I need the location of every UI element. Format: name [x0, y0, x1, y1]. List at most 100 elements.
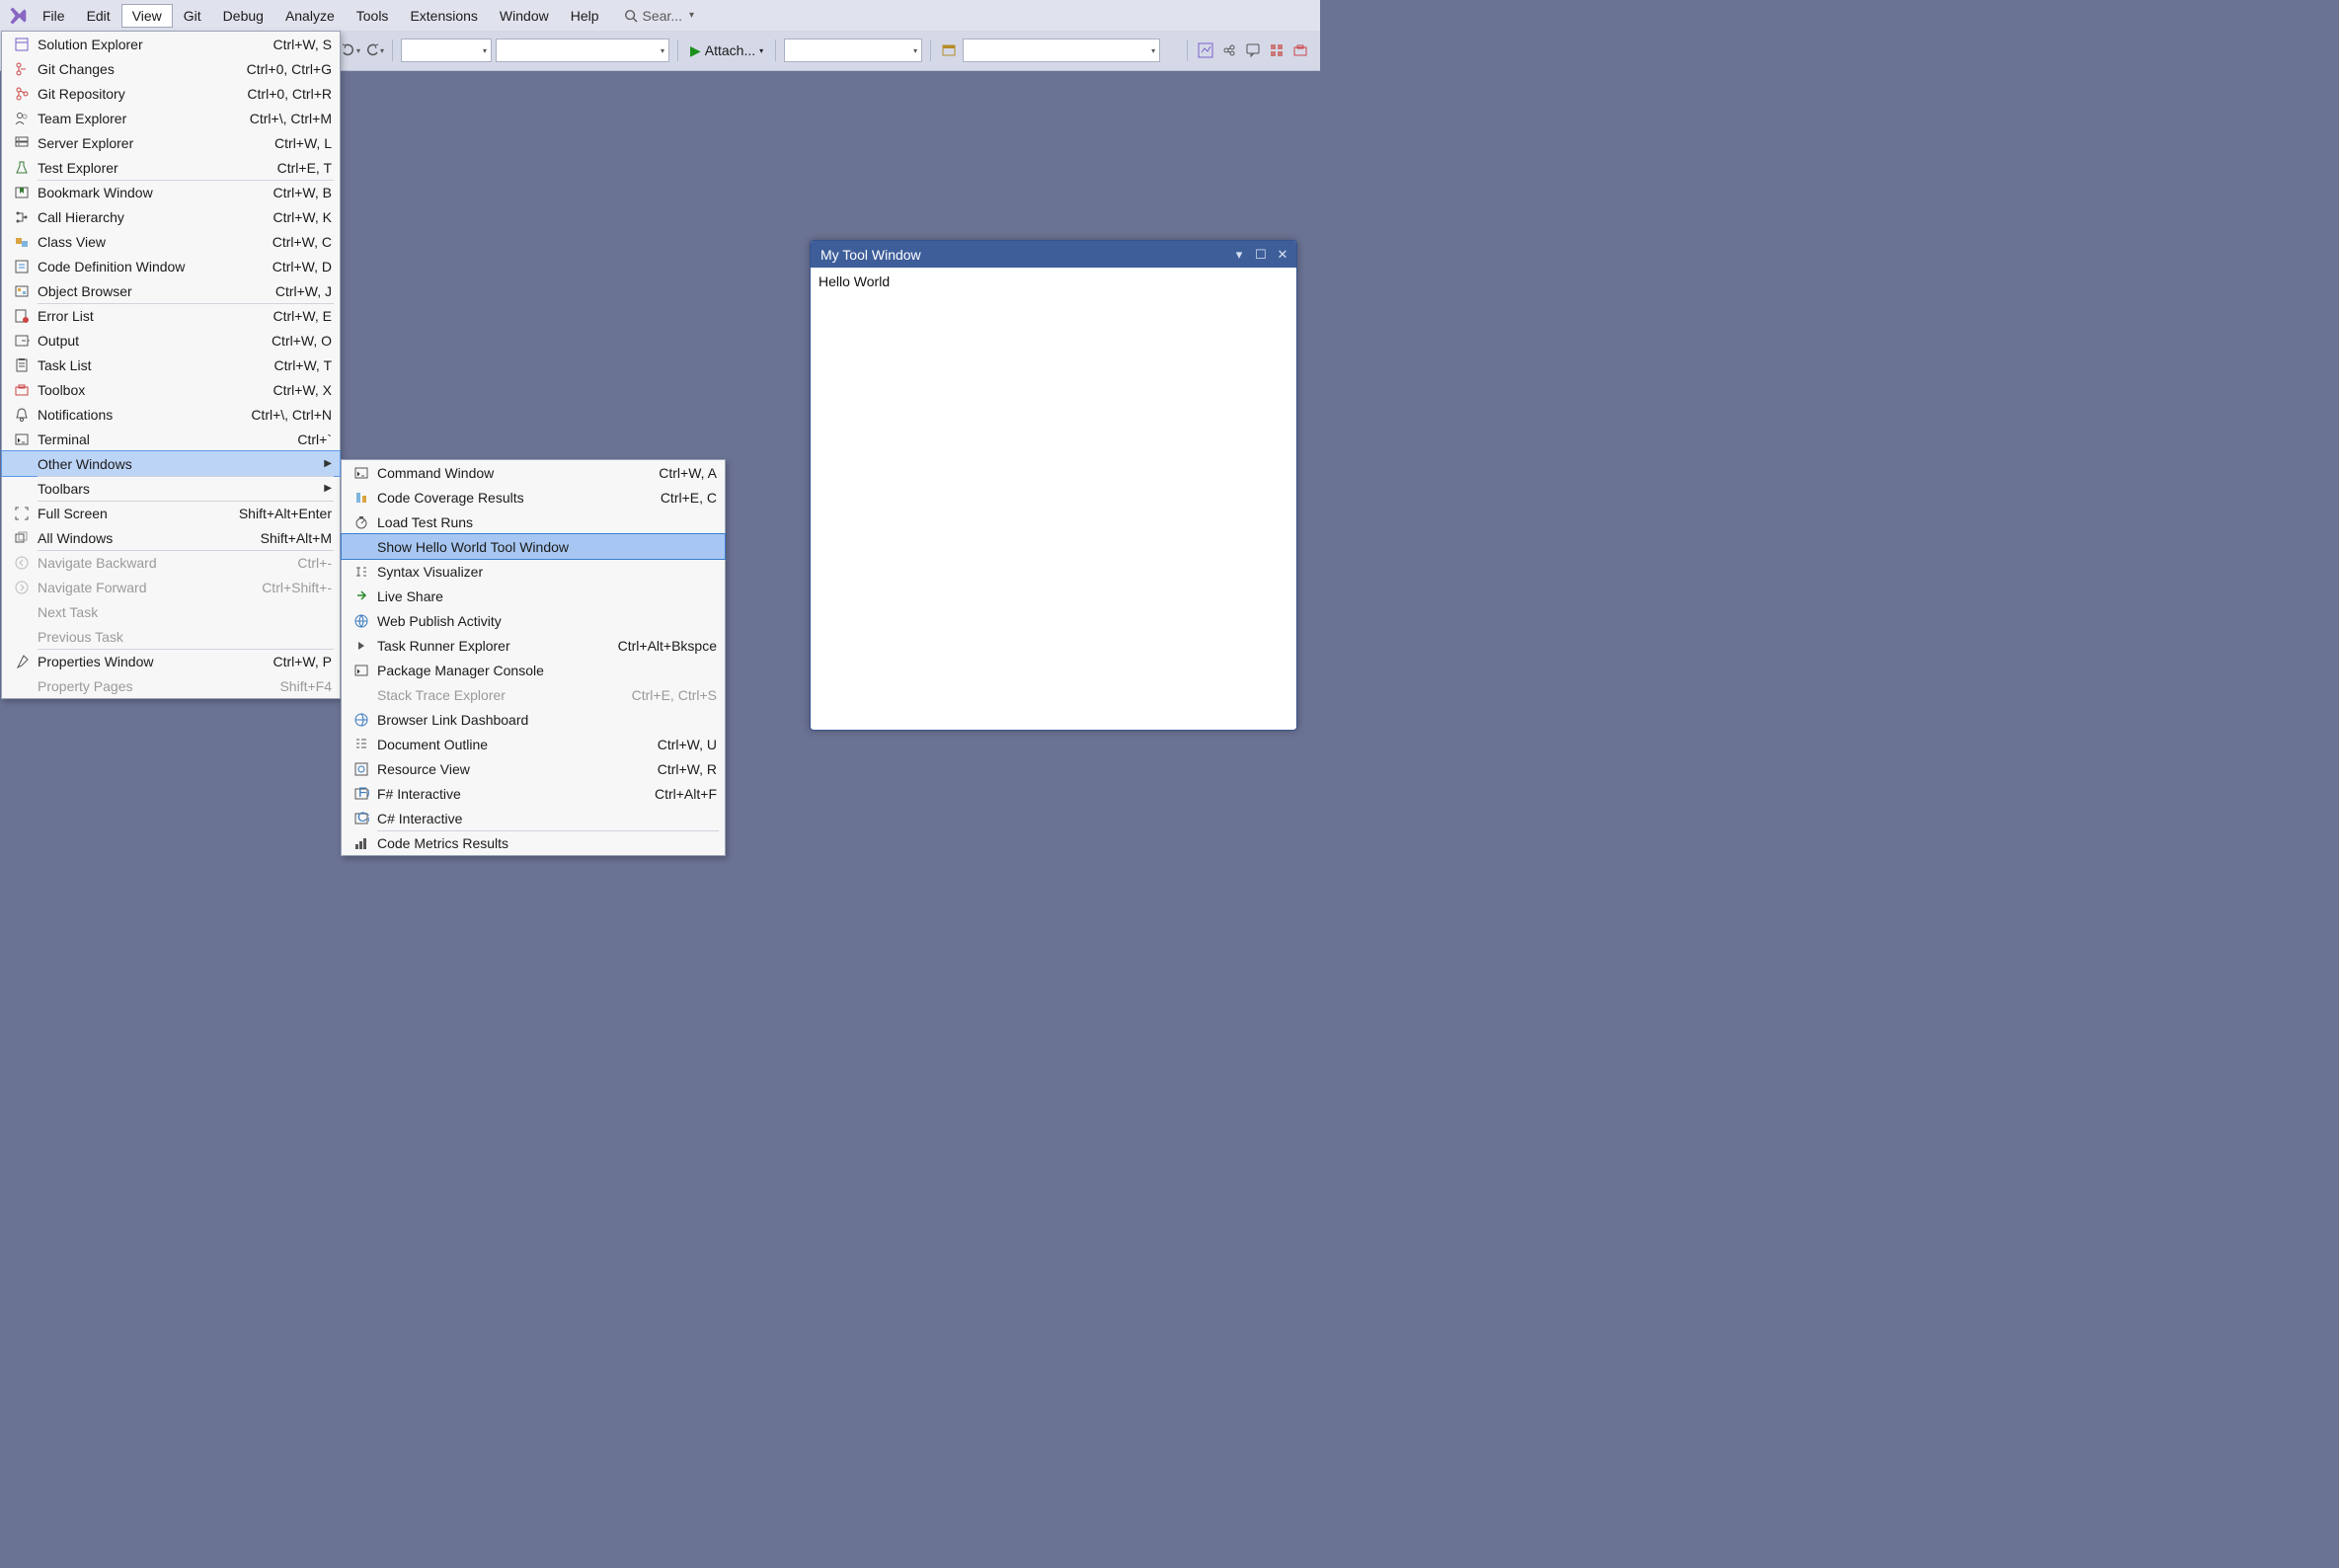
- search-icon: [624, 9, 638, 23]
- menu-item-label: All Windows: [38, 530, 113, 546]
- menu-item-shortcut: Ctrl+\, Ctrl+M: [230, 111, 332, 126]
- live-share-icon[interactable]: [1219, 40, 1239, 60]
- bookmark-window-icon: [10, 185, 34, 200]
- process-combo[interactable]: ▾: [784, 39, 922, 62]
- menu-item-code-metrics-results[interactable]: Code Metrics Results: [342, 830, 725, 855]
- menu-item-object-browser[interactable]: Object BrowserCtrl+W, J: [2, 278, 340, 303]
- menu-item-output[interactable]: OutputCtrl+W, O: [2, 328, 340, 353]
- menu-item-shortcut: Ctrl+-: [277, 555, 332, 571]
- menu-item-terminal[interactable]: TerminalCtrl+`: [2, 427, 340, 451]
- menu-item-label: Web Publish Activity: [377, 613, 502, 629]
- menu-extensions[interactable]: Extensions: [399, 4, 488, 28]
- menu-window[interactable]: Window: [489, 4, 560, 28]
- document-outline-icon: [350, 737, 373, 752]
- menu-item-load-test-runs[interactable]: Load Test Runs: [342, 510, 725, 534]
- menu-item-browser-link-dashboard[interactable]: Browser Link Dashboard: [342, 707, 725, 732]
- menu-git[interactable]: Git: [173, 4, 212, 28]
- menu-view[interactable]: View: [121, 4, 173, 28]
- menu-item-label: Next Task: [38, 604, 98, 620]
- quick-search[interactable]: Sear... ▾: [624, 8, 695, 24]
- load-test-icon: [350, 514, 373, 530]
- git-repository-icon: [10, 86, 34, 102]
- thread-icon[interactable]: [939, 40, 959, 60]
- menu-item-live-share[interactable]: Live Share: [342, 584, 725, 608]
- menu-item-c-interactive[interactable]: C#C# Interactive: [342, 806, 725, 830]
- syntax-visualizer-icon: [350, 564, 373, 580]
- menu-item-shortcut: Ctrl+0, Ctrl+R: [227, 86, 332, 102]
- view-menu-dropdown: Solution ExplorerCtrl+W, SGit ChangesCtr…: [1, 31, 341, 699]
- menu-item-shortcut: Ctrl+W, T: [255, 357, 332, 373]
- menu-item-label: Code Metrics Results: [377, 835, 508, 851]
- menu-item-document-outline[interactable]: Document OutlineCtrl+W, U: [342, 732, 725, 756]
- menu-item-shortcut: Shift+Alt+Enter: [219, 506, 332, 521]
- attach-button[interactable]: ▶ Attach... ▾: [690, 42, 763, 59]
- menu-item-solution-explorer[interactable]: Solution ExplorerCtrl+W, S: [2, 32, 340, 56]
- feedback-icon[interactable]: [1243, 40, 1263, 60]
- close-icon[interactable]: ✕: [1275, 247, 1290, 263]
- menu-item-label: Syntax Visualizer: [377, 564, 483, 580]
- menu-item-full-screen[interactable]: Full ScreenShift+Alt+Enter: [2, 501, 340, 525]
- menu-item-label: Toolbars: [38, 481, 90, 497]
- menu-tools[interactable]: Tools: [346, 4, 400, 28]
- menu-item-label: Test Explorer: [38, 160, 118, 176]
- menu-item-show-hello-world-tool-window[interactable]: Show Hello World Tool Window: [341, 533, 726, 560]
- menu-analyze[interactable]: Analyze: [274, 4, 346, 28]
- menu-item-git-changes[interactable]: Git ChangesCtrl+0, Ctrl+G: [2, 56, 340, 81]
- solution-platforms-combo[interactable]: ▾: [496, 39, 669, 62]
- menu-item-label: Previous Task: [38, 629, 123, 645]
- menu-edit[interactable]: Edit: [76, 4, 121, 28]
- menu-help[interactable]: Help: [560, 4, 610, 28]
- menu-item-label: Load Test Runs: [377, 514, 473, 530]
- search-dropdown-icon[interactable]: ▾: [689, 10, 694, 21]
- menu-item-shortcut: Ctrl+E, T: [258, 160, 332, 176]
- menu-item-other-windows[interactable]: Other Windows▶: [1, 450, 341, 477]
- menu-item-team-explorer[interactable]: Team ExplorerCtrl+\, Ctrl+M: [2, 106, 340, 130]
- redo-icon[interactable]: ▾: [364, 40, 384, 60]
- menu-item-bookmark-window[interactable]: Bookmark WindowCtrl+W, B: [2, 180, 340, 204]
- menu-item-shortcut: Ctrl+Shift+-: [242, 580, 332, 595]
- menu-item-command-window[interactable]: Command WindowCtrl+W, A: [342, 460, 725, 485]
- menu-item-toolbox[interactable]: ToolboxCtrl+W, X: [2, 377, 340, 402]
- menu-item-test-explorer[interactable]: Test Explorer Ctrl+E, T: [2, 155, 340, 180]
- menu-item-call-hierarchy[interactable]: Call HierarchyCtrl+W, K: [2, 204, 340, 229]
- menu-item-shortcut: Ctrl+W, S: [253, 37, 332, 52]
- menu-item-shortcut: Ctrl+Alt+F: [635, 786, 717, 802]
- undo-icon[interactable]: ▾: [341, 40, 360, 60]
- manage-extensions-icon[interactable]: [1267, 40, 1286, 60]
- menu-file[interactable]: File: [32, 4, 76, 28]
- stack-frame-combo[interactable]: ▾: [963, 39, 1160, 62]
- menu-item-error-list[interactable]: Error ListCtrl+W, E: [2, 303, 340, 328]
- task-list-icon: [10, 357, 34, 373]
- server-explorer-icon: [10, 135, 34, 151]
- menu-item-task-list[interactable]: Task ListCtrl+W, T: [2, 353, 340, 377]
- maximize-icon[interactable]: ☐: [1253, 247, 1269, 263]
- menu-item-task-runner-explorer[interactable]: Task Runner ExplorerCtrl+Alt+Bkspce: [342, 633, 725, 658]
- web-publish-icon: [350, 613, 373, 629]
- menu-item-properties-window[interactable]: Properties WindowCtrl+W, P: [2, 649, 340, 673]
- menu-item-notifications[interactable]: NotificationsCtrl+\, Ctrl+N: [2, 402, 340, 427]
- menu-item-toolbars[interactable]: Toolbars▶: [2, 476, 340, 501]
- window-menu-icon[interactable]: ▾: [1231, 247, 1247, 263]
- search-placeholder: Sear...: [643, 8, 682, 24]
- menu-item-shortcut: Ctrl+W, R: [638, 761, 717, 777]
- menu-item-code-coverage-results[interactable]: Code Coverage ResultsCtrl+E, C: [342, 485, 725, 510]
- menu-item-web-publish-activity[interactable]: Web Publish Activity: [342, 608, 725, 633]
- menu-item-resource-view[interactable]: Resource ViewCtrl+W, R: [342, 756, 725, 781]
- tool-window-titlebar[interactable]: My Tool Window ▾ ☐ ✕: [811, 241, 1296, 268]
- menu-item-code-definition-window[interactable]: Code Definition WindowCtrl+W, D: [2, 254, 340, 278]
- menu-item-f-interactive[interactable]: F#F# InteractiveCtrl+Alt+F: [342, 781, 725, 806]
- menu-debug[interactable]: Debug: [212, 4, 274, 28]
- menu-item-git-repository[interactable]: Git RepositoryCtrl+0, Ctrl+R: [2, 81, 340, 106]
- solution-configurations-combo[interactable]: ▾: [401, 39, 492, 62]
- menu-item-server-explorer[interactable]: Server ExplorerCtrl+W, L: [2, 130, 340, 155]
- menu-item-class-view[interactable]: Class ViewCtrl+W, C: [2, 229, 340, 254]
- application-insights-icon[interactable]: [1196, 40, 1215, 60]
- menu-item-all-windows[interactable]: All WindowsShift+Alt+M: [2, 525, 340, 550]
- menu-item-label: Bookmark Window: [38, 185, 153, 200]
- menu-item-label: Property Pages: [38, 678, 133, 694]
- menu-item-label: Notifications: [38, 407, 113, 423]
- menu-item-syntax-visualizer[interactable]: Syntax Visualizer: [342, 559, 725, 584]
- menu-item-package-manager-console[interactable]: Package Manager Console: [342, 658, 725, 682]
- toolbox-shortcut-icon[interactable]: [1290, 40, 1310, 60]
- menu-item-label: Object Browser: [38, 283, 132, 299]
